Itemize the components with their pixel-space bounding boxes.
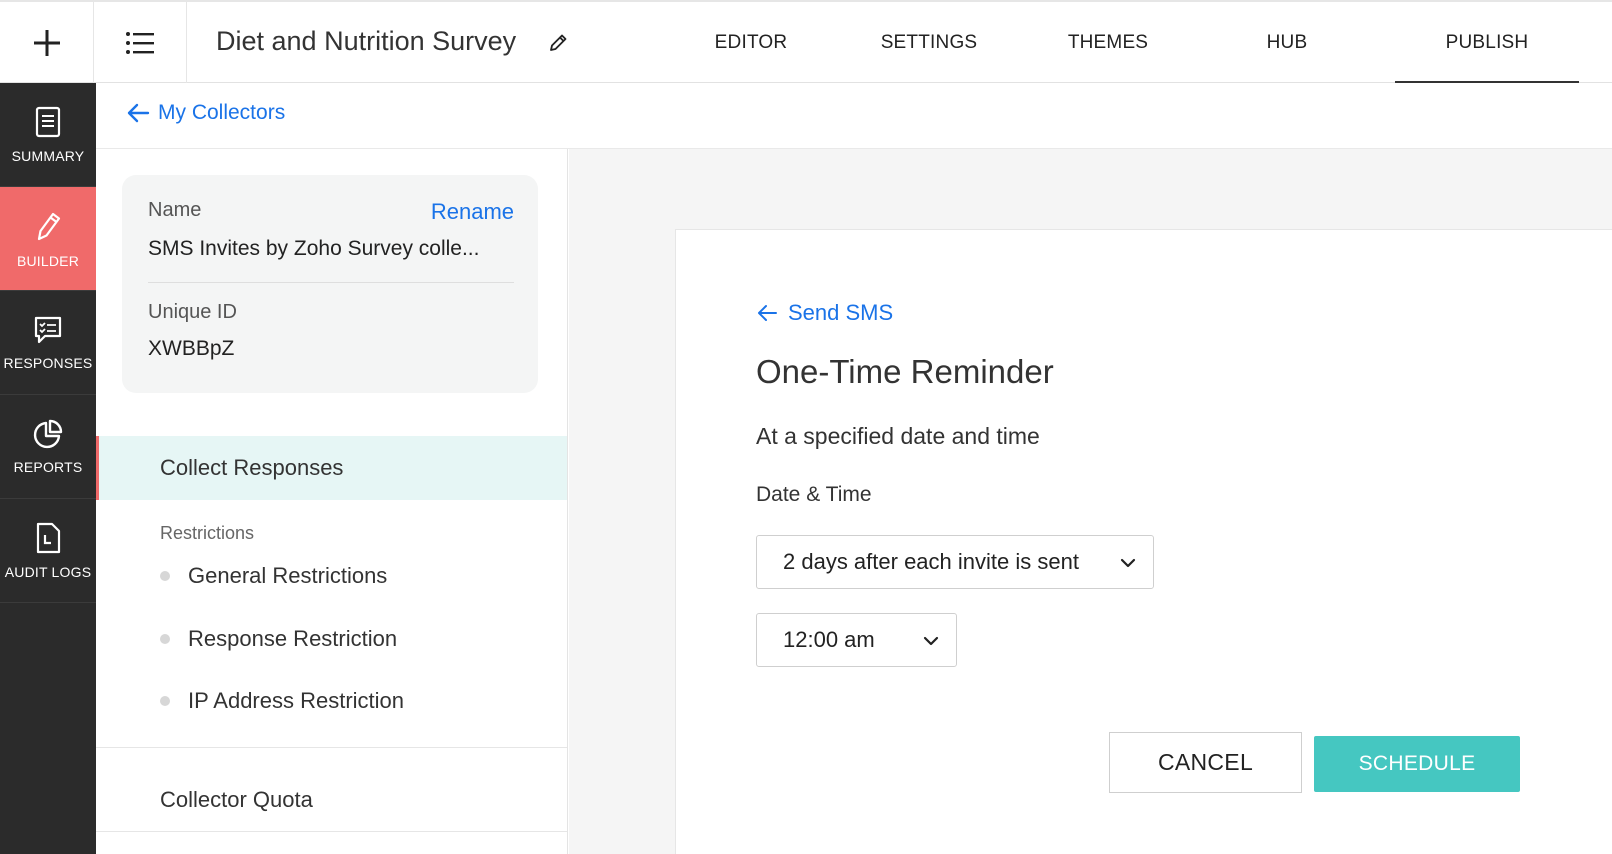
date-select[interactable]: 2 days after each invite is sent: [756, 535, 1154, 589]
panel-divider: [96, 747, 567, 748]
rail-item-builder[interactable]: BUILDER: [0, 187, 96, 291]
rail-label-reports: REPORTS: [13, 458, 83, 475]
pie-chart-icon: [33, 419, 63, 448]
tab-publish[interactable]: PUBLISH: [1395, 2, 1579, 85]
ip-address-restriction-item[interactable]: IP Address Restriction: [160, 688, 404, 714]
response-restriction-item[interactable]: Response Restriction: [160, 626, 397, 652]
time-select[interactable]: 12:00 am: [756, 613, 957, 667]
reminder-title: One-Time Reminder: [756, 353, 1054, 390]
pencil-icon: [37, 212, 61, 240]
rail-label-builder: BUILDER: [16, 252, 80, 269]
bullet-dot: [160, 634, 170, 644]
survey-title: Diet and Nutrition Survey: [216, 26, 517, 56]
tab-settings[interactable]: SETTINGS: [858, 2, 1000, 83]
schedule-button[interactable]: SCHEDULE: [1314, 736, 1520, 792]
tab-settings-label: SETTINGS: [880, 31, 978, 53]
chevron-down-icon: [923, 636, 939, 646]
tab-editor[interactable]: EDITOR: [680, 2, 822, 83]
info-divider: [148, 282, 514, 283]
top-bar: Diet and Nutrition Survey EDITOR SETTING…: [0, 0, 1612, 85]
unique-id-value: XWBBpZ: [148, 337, 235, 360]
chevron-down-icon: [1120, 558, 1136, 568]
survey-list-button[interactable]: [94, 2, 187, 83]
responses-icon: [34, 316, 62, 343]
rename-link[interactable]: Rename: [431, 199, 514, 225]
date-select-value: 2 days after each invite is sent: [783, 549, 1079, 574]
arrow-left-icon: [127, 103, 150, 123]
audit-log-icon: [36, 522, 61, 553]
rail-item-reports[interactable]: REPORTS: [0, 395, 96, 499]
my-collectors-link[interactable]: My Collectors: [126, 101, 285, 125]
date-time-label: Date & Time: [756, 483, 872, 506]
send-sms-label: Send SMS: [788, 300, 894, 325]
breadcrumb-bar: My Collectors: [96, 83, 1612, 149]
document-icon: [35, 106, 61, 137]
rail-label-audit-logs: AUDIT LOGS: [4, 563, 92, 580]
left-rail: SUMMARY BUILDER RESPONSES REPORTS AUDIT …: [0, 83, 96, 854]
tab-themes[interactable]: THEMES: [1037, 2, 1179, 83]
app-root: Diet and Nutrition Survey EDITOR SETTING…: [0, 0, 1612, 854]
collector-info-card: Name Rename SMS Invites by Zoho Survey c…: [122, 175, 538, 393]
general-restrictions-label: General Restrictions: [188, 563, 388, 588]
rail-label-summary: SUMMARY: [11, 147, 85, 164]
name-label: Name: [148, 199, 202, 221]
send-sms-back-link[interactable]: Send SMS: [756, 300, 893, 326]
collector-settings-panel: Name Rename SMS Invites by Zoho Survey c…: [96, 149, 568, 854]
cancel-button[interactable]: CANCEL: [1109, 732, 1302, 793]
reminder-card: Send SMS One-Time Reminder At a specifie…: [675, 229, 1612, 854]
unique-id-label: Unique ID: [148, 301, 237, 323]
create-new-button[interactable]: [0, 2, 94, 83]
restrictions-heading: Restrictions: [160, 523, 255, 543]
tab-hub-label: HUB: [1266, 31, 1308, 53]
collector-name: SMS Invites by Zoho Survey colle...: [148, 237, 480, 260]
rail-item-audit-logs[interactable]: AUDIT LOGS: [0, 499, 96, 603]
my-collectors-label: My Collectors: [158, 101, 286, 124]
bullet-dot: [160, 696, 170, 706]
ip-address-restriction-label: IP Address Restriction: [188, 688, 405, 713]
general-restrictions-item[interactable]: General Restrictions: [160, 563, 387, 589]
tab-publish-label: PUBLISH: [1445, 31, 1529, 53]
rail-label-responses: RESPONSES: [3, 354, 93, 371]
edit-title-icon[interactable]: [547, 32, 569, 54]
tab-editor-label: EDITOR: [714, 31, 788, 53]
bullet-dot: [160, 571, 170, 581]
rail-item-summary[interactable]: SUMMARY: [0, 83, 96, 187]
rail-item-responses[interactable]: RESPONSES: [0, 291, 96, 395]
arrow-left-icon: [758, 305, 777, 321]
tab-hub[interactable]: HUB: [1216, 2, 1358, 83]
plus-icon: [33, 29, 60, 56]
reminder-description: At a specified date and time: [756, 423, 1040, 449]
time-select-value: 12:00 am: [783, 627, 875, 652]
list-icon: [126, 31, 154, 54]
collector-quota-item[interactable]: Collector Quota: [160, 787, 313, 813]
collect-responses-item[interactable]: Collect Responses: [96, 436, 567, 500]
response-restriction-label: Response Restriction: [188, 626, 398, 651]
tab-themes-label: THEMES: [1067, 31, 1149, 53]
panel-divider: [96, 831, 567, 832]
